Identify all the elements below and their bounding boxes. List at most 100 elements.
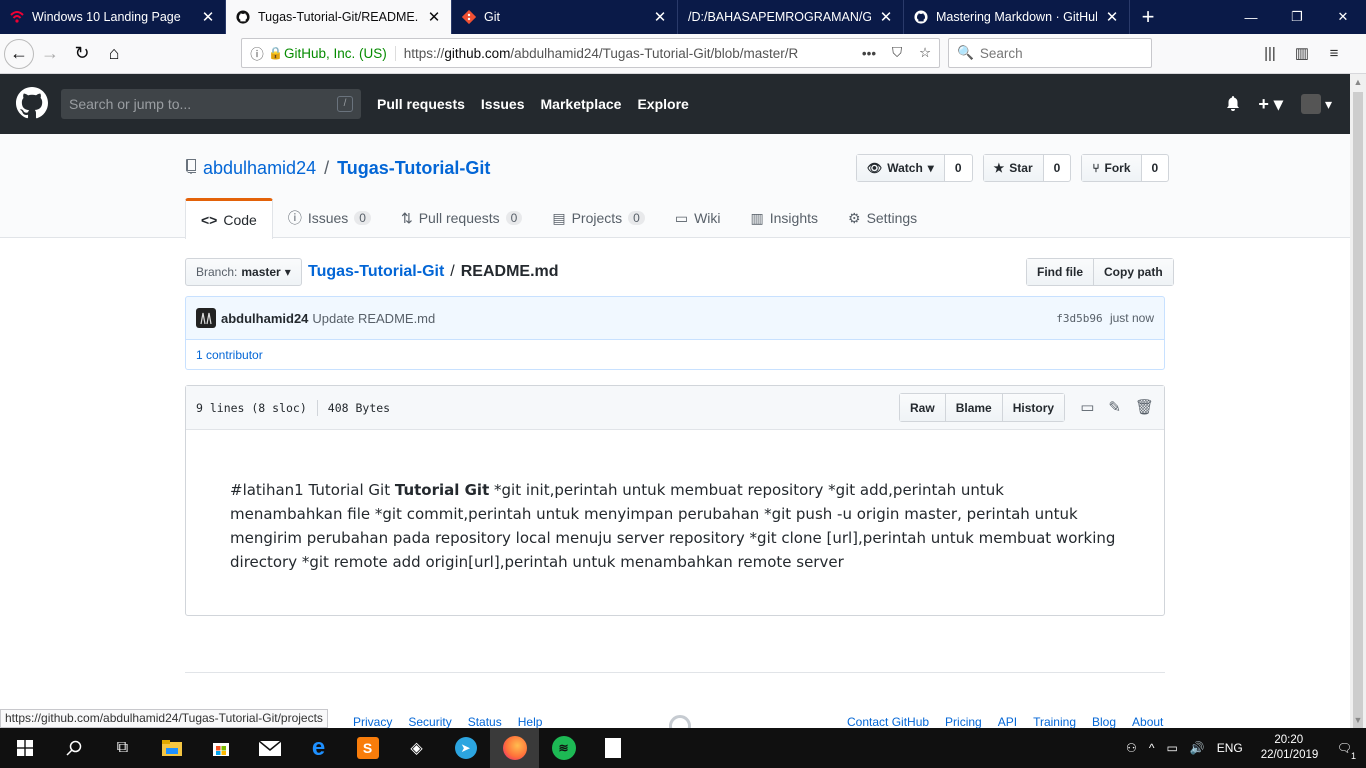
back-icon[interactable]: ←: [4, 38, 34, 69]
footer-link-status[interactable]: Status: [468, 715, 502, 728]
find-file-button[interactable]: Find file: [1027, 259, 1093, 285]
browser-tab-git[interactable]: Git ✕: [452, 0, 678, 34]
tab-code[interactable]: <> Code: [185, 198, 273, 239]
battery-icon[interactable]: ▭: [1160, 741, 1183, 755]
action-center-icon[interactable]: 🗨 1: [1329, 741, 1366, 761]
close-tab-icon[interactable]: ✕: [653, 8, 667, 26]
telegram-icon[interactable]: ➤: [441, 728, 490, 768]
edge-icon[interactable]: e: [294, 728, 343, 768]
repo-owner-link[interactable]: abdulhamid24: [203, 158, 316, 179]
desktop-icon[interactable]: ▭: [1080, 398, 1094, 416]
footer-link-contact[interactable]: Contact GitHub: [847, 715, 929, 728]
library-icon[interactable]: |||: [1254, 38, 1286, 68]
mail-icon[interactable]: [245, 728, 294, 768]
menu-icon[interactable]: ≡: [1318, 38, 1350, 68]
branch-select-button[interactable]: Branch: master ▾: [185, 258, 302, 286]
commit-sha-link[interactable]: f3d5b96: [1056, 312, 1102, 325]
star-button[interactable]: ★ Star: [983, 155, 1044, 181]
tab-projects[interactable]: ▤ Projects 0: [537, 198, 660, 238]
nav-explore[interactable]: Explore: [637, 96, 688, 112]
scroll-up-icon[interactable]: ▲: [1350, 74, 1366, 90]
notepad-icon[interactable]: [588, 728, 637, 768]
scroll-down-icon[interactable]: ▼: [1350, 712, 1366, 728]
footer-link-about[interactable]: About: [1132, 715, 1163, 728]
nav-pull-requests[interactable]: Pull requests: [377, 96, 465, 112]
commit-message-link[interactable]: Update README.md: [312, 311, 435, 326]
github-mark-icon[interactable]: [669, 715, 691, 728]
commit-author-link[interactable]: abdulhamid24: [221, 311, 308, 326]
fork-button[interactable]: ⑂ Fork: [1082, 155, 1142, 181]
bookmark-star-icon[interactable]: ☆: [911, 45, 939, 61]
close-window-icon[interactable]: ✕: [1320, 0, 1366, 34]
copy-path-button[interactable]: Copy path: [1093, 259, 1173, 285]
forward-icon[interactable]: →: [34, 38, 66, 70]
sublime-icon[interactable]: S: [343, 728, 392, 768]
language-indicator[interactable]: ENG: [1211, 741, 1249, 755]
star-count[interactable]: 0: [1044, 155, 1071, 181]
contributors-link[interactable]: 1 contributor: [196, 348, 263, 362]
git-gui-icon[interactable]: ◈: [392, 728, 441, 768]
info-icon[interactable]: ⓘ: [246, 43, 268, 63]
chevron-up-icon[interactable]: ^: [1143, 741, 1161, 755]
github-search-input[interactable]: Search or jump to... /: [61, 89, 361, 119]
nav-marketplace[interactable]: Marketplace: [541, 96, 622, 112]
file-explorer-icon[interactable]: [147, 728, 196, 768]
footer-link-blog[interactable]: Blog: [1092, 715, 1116, 728]
close-tab-icon[interactable]: ✕: [879, 8, 893, 26]
browser-tab-local-file[interactable]: /D:/BAHASAPEMROGRAMAN/Git/ ✕: [678, 0, 904, 34]
volume-icon[interactable]: 🔊: [1184, 741, 1211, 755]
watch-count[interactable]: 0: [945, 155, 972, 181]
watch-button[interactable]: 👁 Watch ▾: [857, 155, 945, 181]
tab-wiki[interactable]: ▭ Wiki: [660, 198, 736, 238]
browser-tab-markdown[interactable]: Mastering Markdown · GitHub ✕: [904, 0, 1130, 34]
search-icon[interactable]: [49, 728, 98, 768]
browser-tab-readme[interactable]: Tugas-Tutorial-Git/README.m ✕: [226, 0, 452, 34]
reload-icon[interactable]: ↻: [66, 38, 98, 70]
github-logo-icon[interactable]: [16, 86, 49, 122]
trash-icon[interactable]: 🗑: [1135, 398, 1154, 416]
new-tab-button[interactable]: +: [1130, 0, 1166, 34]
footer-link-pricing[interactable]: Pricing: [945, 715, 982, 728]
fork-count[interactable]: 0: [1142, 155, 1169, 181]
close-tab-icon[interactable]: ✕: [427, 8, 441, 26]
site-identity[interactable]: GitHub, Inc. (US): [284, 45, 396, 61]
restore-icon[interactable]: ❐: [1274, 0, 1320, 34]
firefox-icon[interactable]: [490, 728, 539, 768]
url-bar[interactable]: ⓘ 🔒 GitHub, Inc. (US) https://github.com…: [241, 38, 940, 68]
clock[interactable]: 20:20 22/01/2019: [1249, 733, 1329, 763]
page-scrollbar[interactable]: ▲ ▼: [1350, 74, 1366, 732]
avatar[interactable]: [196, 308, 216, 328]
footer-link-privacy[interactable]: Privacy: [353, 715, 392, 728]
tab-settings[interactable]: ⚙ Settings: [833, 198, 932, 238]
footer-link-training[interactable]: Training: [1033, 715, 1076, 728]
avatar-menu[interactable]: ▾: [1300, 94, 1332, 114]
browser-tab-windows10[interactable]: Windows 10 Landing Page ✕: [0, 0, 226, 34]
repo-name-link[interactable]: Tugas-Tutorial-Git: [337, 158, 490, 179]
home-icon[interactable]: ⌂: [98, 38, 130, 70]
footer-link-security[interactable]: Security: [408, 715, 451, 728]
task-view-icon[interactable]: ⧉: [98, 728, 147, 768]
close-tab-icon[interactable]: ✕: [1105, 8, 1119, 26]
scroll-thumb[interactable]: [1353, 92, 1363, 732]
people-icon[interactable]: ⚇: [1120, 741, 1143, 755]
pencil-icon[interactable]: ✎: [1108, 398, 1121, 416]
start-icon[interactable]: [0, 728, 49, 768]
create-new-icon[interactable]: + ▾: [1258, 94, 1283, 115]
tab-pull-requests[interactable]: ⇅ Pull requests 0: [386, 198, 537, 238]
footer-link-api[interactable]: API: [998, 715, 1017, 728]
store-icon[interactable]: [196, 728, 245, 768]
bell-icon[interactable]: [1226, 95, 1240, 114]
raw-button[interactable]: Raw: [900, 394, 945, 421]
blame-button[interactable]: Blame: [944, 394, 1002, 421]
history-button[interactable]: History: [1001, 394, 1065, 421]
tab-insights[interactable]: ▥ Insights: [736, 198, 833, 238]
pocket-icon[interactable]: ⛉: [883, 45, 911, 61]
nav-issues[interactable]: Issues: [481, 96, 525, 112]
close-tab-icon[interactable]: ✕: [201, 8, 215, 26]
sidebar-icon[interactable]: ▥: [1286, 38, 1318, 68]
tab-issues[interactable]: ⓘ Issues 0: [273, 198, 386, 238]
browser-search-input[interactable]: 🔍 Search: [948, 38, 1152, 68]
spotify-icon[interactable]: ≋: [539, 728, 588, 768]
footer-link-help[interactable]: Help: [518, 715, 543, 728]
page-actions-icon[interactable]: •••: [855, 46, 883, 61]
